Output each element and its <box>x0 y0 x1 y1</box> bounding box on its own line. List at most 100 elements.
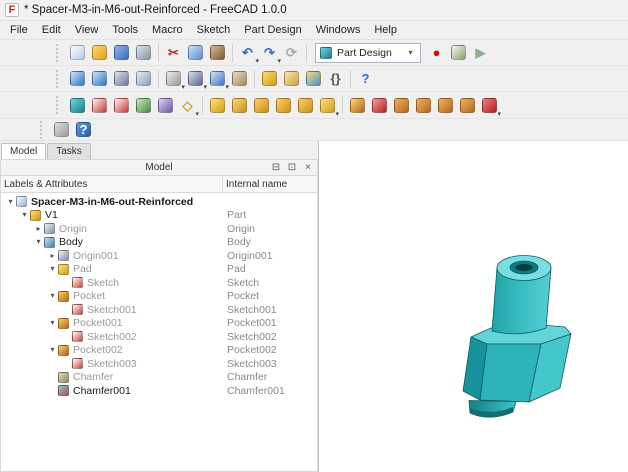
column-labels-attributes[interactable]: Labels & Attributes <box>1 176 223 192</box>
menu-help[interactable]: Help <box>367 22 404 38</box>
axonometric-views-icon[interactable]: ▾ <box>207 68 228 89</box>
panel-float-icon[interactable]: ⊡ <box>286 163 298 173</box>
dock-overview-icon[interactable] <box>51 119 72 140</box>
save-icon[interactable] <box>111 42 132 63</box>
edit-sketch-icon[interactable] <box>111 95 132 116</box>
view-isometric-icon[interactable] <box>111 68 132 89</box>
part-container-icon[interactable] <box>259 68 280 89</box>
column-internal-name[interactable]: Internal name <box>223 176 317 192</box>
expression-editor-icon[interactable]: {} <box>325 68 346 89</box>
copy-icon[interactable] <box>185 42 206 63</box>
subtractive-pipe-icon[interactable] <box>435 95 456 116</box>
make-link-icon[interactable] <box>303 68 324 89</box>
pad-icon[interactable] <box>207 95 228 116</box>
measure-icon[interactable] <box>229 68 250 89</box>
subtractive-primitive-icon[interactable]: ▾ <box>479 95 500 116</box>
toolbar-handle[interactable] <box>56 44 62 62</box>
tree-row[interactable]: Sketch003Sketch003 <box>1 357 317 371</box>
subtractive-loft-icon[interactable] <box>413 95 434 116</box>
hole-icon[interactable] <box>369 95 390 116</box>
validate-sketch-icon[interactable] <box>155 95 176 116</box>
tree-row[interactable]: ▸Origin001Origin001 <box>1 249 317 263</box>
cut-icon[interactable]: ✂ <box>163 42 184 63</box>
box-element-select-icon[interactable] <box>133 68 154 89</box>
collapse-arrow-icon[interactable]: ▸ <box>33 225 44 233</box>
toolbar-handle[interactable] <box>40 121 46 139</box>
create-datum-icon[interactable]: ◇▾ <box>177 95 198 116</box>
expand-arrow-icon[interactable]: ▾ <box>19 211 30 219</box>
pad-chip <box>210 98 225 113</box>
menu-sketch[interactable]: Sketch <box>190 22 238 38</box>
menu-windows[interactable]: Windows <box>309 22 368 38</box>
open-file-icon[interactable] <box>89 42 110 63</box>
create-sketch-icon[interactable] <box>89 95 110 116</box>
sketch-icon <box>72 277 83 288</box>
expand-arrow-icon[interactable]: ▾ <box>5 198 16 206</box>
tab-model[interactable]: Model <box>1 143 46 159</box>
additive-pipe-icon[interactable] <box>273 95 294 116</box>
toolbar-handle[interactable] <box>56 96 62 114</box>
fit-all-icon[interactable] <box>67 68 88 89</box>
3d-viewport[interactable] <box>319 141 628 472</box>
additive-helix-icon[interactable] <box>295 95 316 116</box>
standard-views-icon[interactable]: ▾ <box>185 68 206 89</box>
tree-row[interactable]: ▾V1Part <box>1 209 317 223</box>
tree-item-internal-name: Chamfer001 <box>227 385 285 397</box>
additive-loft-icon[interactable] <box>251 95 272 116</box>
revolution-icon[interactable] <box>229 95 250 116</box>
new-file-icon[interactable] <box>67 42 88 63</box>
tree-row[interactable]: ▸OriginOrigin <box>1 222 317 236</box>
document-icon <box>16 196 27 207</box>
tree-row[interactable]: Sketch001Sketch001 <box>1 303 317 317</box>
tree-row[interactable]: ▾BodyBody <box>1 236 317 250</box>
tree-row[interactable]: ChamferChamfer <box>1 371 317 385</box>
menu-bar: FileEditViewToolsMacroSketchPart DesignW… <box>0 21 628 40</box>
pocket-icon[interactable] <box>347 95 368 116</box>
group-icon[interactable] <box>281 68 302 89</box>
zoom-box-icon[interactable] <box>89 68 110 89</box>
expand-arrow-icon[interactable]: ▾ <box>47 265 58 273</box>
tree-row[interactable]: ▾PadPad <box>1 263 317 277</box>
expand-arrow-icon[interactable]: ▾ <box>33 238 44 246</box>
paste-icon[interactable] <box>207 42 228 63</box>
menu-view[interactable]: View <box>68 22 106 38</box>
title-bar[interactable]: F * Spacer-M3-in-M6-out-Reinforced - Fre… <box>0 0 628 21</box>
macro-play-icon[interactable]: ▶ <box>470 42 491 63</box>
tree-row[interactable]: Sketch002Sketch002 <box>1 330 317 344</box>
macro-record-icon[interactable]: ● <box>426 42 447 63</box>
menu-edit[interactable]: Edit <box>35 22 68 38</box>
groove-icon[interactable] <box>391 95 412 116</box>
tree-row[interactable]: Chamfer001Chamfer001 <box>1 384 317 398</box>
expand-arrow-icon[interactable]: ▾ <box>47 319 58 327</box>
panel-close-icon[interactable]: × <box>302 163 314 173</box>
toolbar-handle[interactable] <box>56 70 62 88</box>
additive-primitive-icon[interactable]: ▾ <box>317 95 338 116</box>
tree-row[interactable]: ▾Pocket001Pocket001 <box>1 317 317 331</box>
collapse-arrow-icon[interactable]: ▸ <box>47 252 58 260</box>
menu-tools[interactable]: Tools <box>105 22 145 38</box>
create-body-icon[interactable] <box>67 95 88 116</box>
draw-style-icon[interactable]: ▾ <box>163 68 184 89</box>
whats-this-icon[interactable]: ? <box>355 68 376 89</box>
tree-item-label: Chamfer <box>73 371 113 383</box>
menu-part-design[interactable]: Part Design <box>237 22 308 38</box>
refresh-icon[interactable]: ⟳ <box>281 42 302 63</box>
expand-arrow-icon[interactable]: ▾ <box>47 292 58 300</box>
redo-icon[interactable]: ↷▾ <box>259 42 280 63</box>
panel-minimize-icon[interactable]: ⊟ <box>270 163 282 173</box>
expand-arrow-icon[interactable]: ▾ <box>47 346 58 354</box>
macro-edit-icon[interactable] <box>448 42 469 63</box>
menu-macro[interactable]: Macro <box>145 22 190 38</box>
workbench-selector[interactable]: Part Design▾ <box>315 43 421 63</box>
subtractive-helix-icon[interactable] <box>457 95 478 116</box>
tree-row[interactable]: ▾PocketPocket <box>1 290 317 304</box>
print-icon[interactable] <box>133 42 154 63</box>
map-sketch-icon[interactable] <box>133 95 154 116</box>
tree-row[interactable]: ▾Spacer-M3-in-M6-out-Reinforced <box>1 195 317 209</box>
tab-tasks[interactable]: Tasks <box>47 143 91 159</box>
undo-icon[interactable]: ↶▾ <box>237 42 258 63</box>
tree-row[interactable]: ▾Pocket002Pocket002 <box>1 344 317 358</box>
menu-file[interactable]: File <box>3 22 35 38</box>
help-icon[interactable]: ? <box>73 119 94 140</box>
tree-row[interactable]: SketchSketch <box>1 276 317 290</box>
